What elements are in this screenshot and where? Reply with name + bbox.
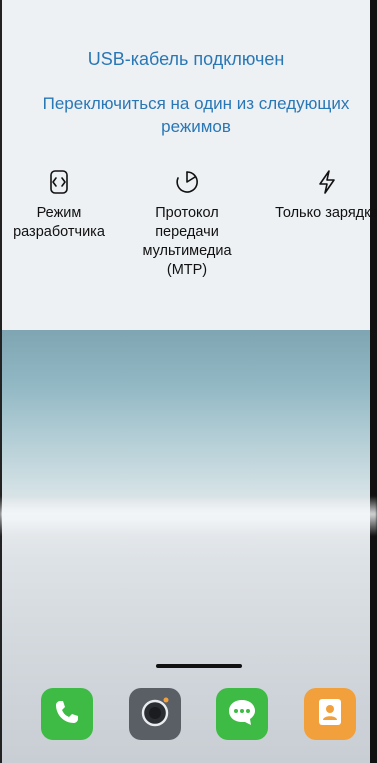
- dock-app-contacts[interactable]: [304, 688, 356, 740]
- camera-icon: [138, 695, 172, 734]
- charging-bolt-icon: [313, 168, 341, 196]
- screen-frame-right: [370, 0, 377, 763]
- mode-mtp[interactable]: Протокол передачи мультимедиа (MTP): [132, 168, 242, 280]
- dock-app-camera[interactable]: [129, 688, 181, 740]
- mode-mtp-label: Протокол передачи мультимедиа (MTP): [142, 205, 232, 278]
- home-screen: USB-кабель подключен Переключиться на од…: [0, 0, 377, 763]
- usb-dialog-title: USB-кабель подключен: [87, 49, 285, 69]
- mode-developer[interactable]: Режим разработчика: [0, 168, 119, 242]
- file-transfer-icon: [173, 168, 201, 196]
- wallpaper-horizon: [0, 496, 377, 536]
- developer-mode-icon: [45, 168, 73, 196]
- chat-icon: [225, 695, 259, 734]
- mode-charge-only[interactable]: Только зарядка: [272, 168, 377, 223]
- mode-charge-only-label: Только зарядка: [275, 205, 377, 221]
- home-indicator-bar[interactable]: [156, 664, 242, 668]
- usb-dialog-subtitle: Переключиться на один из следующих режим…: [42, 94, 350, 136]
- phone-icon: [50, 695, 84, 734]
- contacts-icon: [313, 695, 347, 734]
- dock-app-phone[interactable]: [41, 688, 93, 740]
- usb-connection-panel: USB-кабель подключен Переключиться на од…: [0, 0, 377, 330]
- mode-developer-label: Режим разработчика: [13, 205, 105, 240]
- dock-app-messages[interactable]: [216, 688, 268, 740]
